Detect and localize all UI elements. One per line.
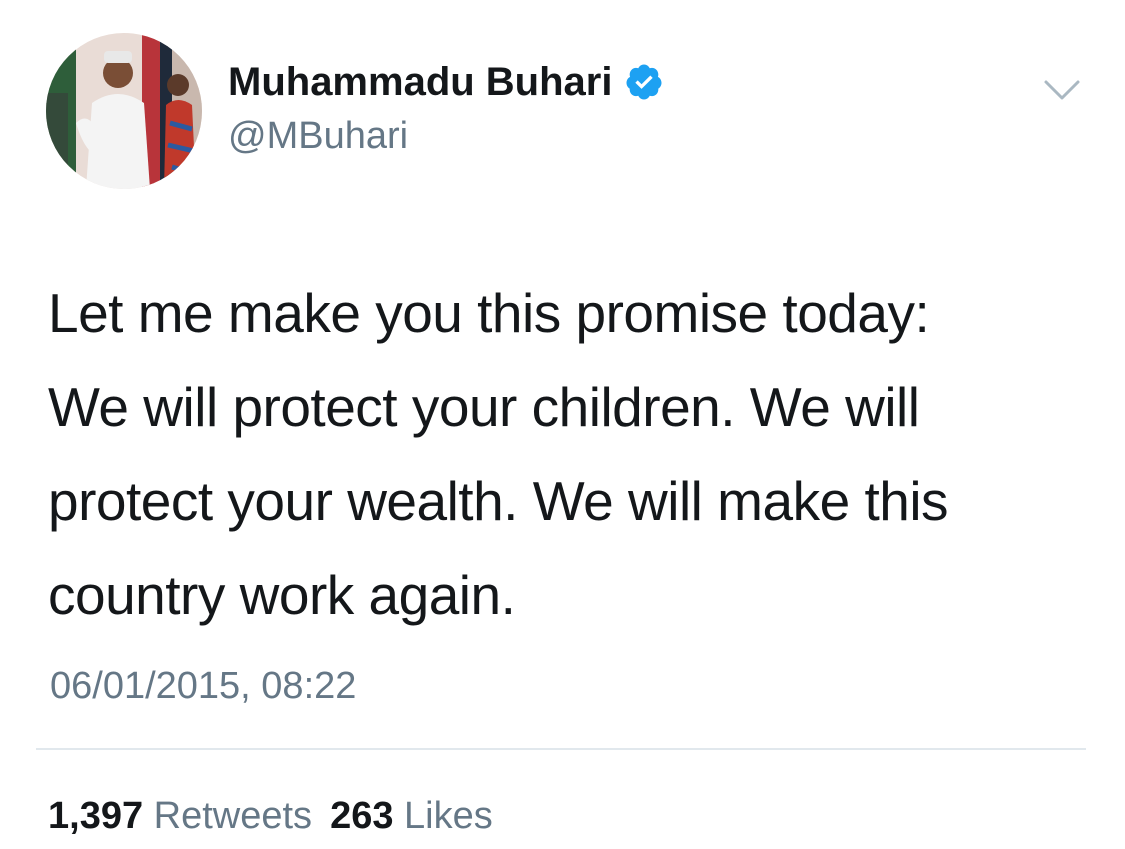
likes-label: Likes xyxy=(404,795,493,837)
tweet-stats: 1,397 Retweets 263 Likes xyxy=(48,790,493,842)
tweet-text: Let me make you this promise today: We w… xyxy=(48,266,1088,642)
likes-count: 263 xyxy=(330,795,394,837)
likes-stat[interactable]: 263 Likes xyxy=(330,795,493,837)
retweets-label: Retweets xyxy=(153,795,313,837)
tweet-text-line: We will protect your children. We will xyxy=(48,376,920,438)
chevron-down-icon[interactable] xyxy=(1040,72,1084,108)
divider xyxy=(36,748,1086,750)
tweet-text-line: country work again. xyxy=(48,564,516,626)
display-name[interactable]: Muhammadu Buhari xyxy=(228,56,664,108)
display-name-text: Muhammadu Buhari xyxy=(228,60,613,104)
tweet-text-line: Let me make you this promise today: xyxy=(48,282,930,344)
tweet-timestamp[interactable]: 06/01/2015, 08:22 xyxy=(50,660,356,712)
tweet-text-line: protect your wealth. We will make this xyxy=(48,470,949,532)
user-handle[interactable]: @MBuhari xyxy=(228,112,408,160)
profile-photo xyxy=(46,33,202,189)
avatar[interactable] xyxy=(46,33,202,189)
verified-badge-icon xyxy=(624,62,664,102)
retweets-count: 1,397 xyxy=(48,795,144,837)
retweets-stat[interactable]: 1,397 Retweets xyxy=(48,795,312,837)
